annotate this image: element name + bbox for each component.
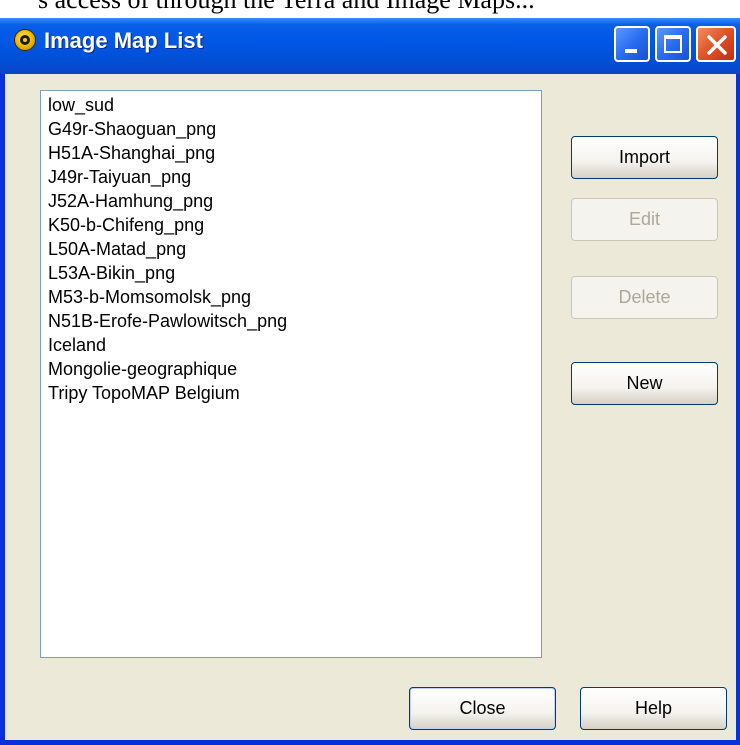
map-list-item[interactable]: J49r-Taiyuan_png xyxy=(48,165,541,189)
map-list-item[interactable]: low_sud xyxy=(48,93,541,117)
help-button-label: Help xyxy=(634,698,673,718)
minimize-icon xyxy=(625,49,637,53)
map-list-item[interactable]: Iceland xyxy=(48,333,541,357)
close-icon xyxy=(707,35,727,55)
maximize-button[interactable] xyxy=(655,26,691,62)
new-button[interactable]: New xyxy=(571,362,718,405)
edit-button[interactable]: Edit xyxy=(571,198,718,241)
import-button[interactable]: Import xyxy=(571,136,718,179)
image-map-listbox[interactable]: low_sud G49r-Shaoguan_png H51A-Shanghai_pn… xyxy=(40,90,542,658)
map-list-item[interactable]: Mongolie-geographique xyxy=(48,357,541,381)
new-button-label: New xyxy=(626,373,663,393)
close-button-label: Close xyxy=(459,698,506,718)
background-page-fragment: s access of through the Terra and Image … xyxy=(0,0,740,20)
title-bar[interactable]: Image Map List xyxy=(0,18,740,74)
map-list-item[interactable]: J52A-Hamhung_png xyxy=(48,189,541,213)
map-list-item[interactable]: K50-b-Chifeng_png xyxy=(48,213,541,237)
map-list-item[interactable]: Tripy TopoMAP Belgium xyxy=(48,381,541,405)
map-list-item[interactable]: G49r-Shaoguan_png xyxy=(48,117,541,141)
map-list-item[interactable]: L53A-Bikin_png xyxy=(48,261,541,285)
delete-button-label: Delete xyxy=(618,287,671,307)
map-list-item[interactable]: N51B-Erofe-Pawlowitsch_png xyxy=(48,309,541,333)
delete-button[interactable]: Delete xyxy=(571,276,718,319)
edit-button-label: Edit xyxy=(628,209,661,229)
help-button[interactable]: Help xyxy=(580,687,727,730)
close-window-button[interactable] xyxy=(696,26,736,62)
dialog-client-area: low_sud G49r-Shaoguan_png H51A-Shanghai_pn… xyxy=(5,74,736,740)
map-list-item[interactable]: H51A-Shanghai_png xyxy=(48,141,541,165)
map-list-item[interactable]: L50A-Matad_png xyxy=(48,237,541,261)
window-title: Image Map List xyxy=(44,28,203,53)
maximize-icon xyxy=(664,35,682,53)
background-text: s access of through the Terra and Image … xyxy=(38,0,535,15)
image-map-list-window: Image Map List low_sud G49r-Shaoguan_png H… xyxy=(0,18,740,745)
map-list-item[interactable]: M53-b-Momsomolsk_png xyxy=(48,285,541,309)
app-logo-icon xyxy=(14,29,36,51)
minimize-button[interactable] xyxy=(614,26,650,62)
close-button[interactable]: Close xyxy=(409,687,556,730)
import-button-label: Import xyxy=(618,147,670,167)
